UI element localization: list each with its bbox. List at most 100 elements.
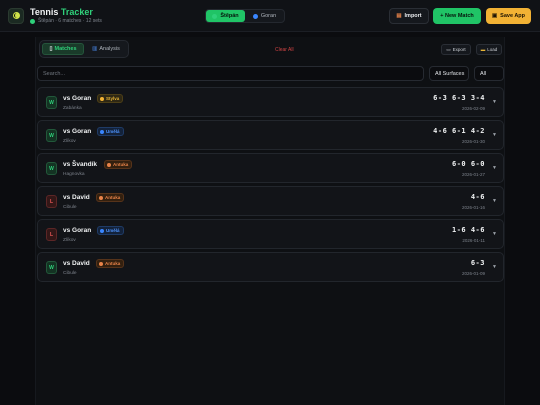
surface-dot-icon <box>99 195 103 200</box>
opponent-name: vs David <box>63 260 90 267</box>
clipboard-icon: ▯ <box>49 46 53 52</box>
main-panel: ▯ Matches ▥ Analysis Clear All ▭ Export … <box>35 37 505 405</box>
opponent-name: vs Goran <box>63 95 92 102</box>
surface-label: Antuka <box>105 261 121 266</box>
save-icon: ▣ <box>491 13 498 19</box>
surface-dot-icon <box>100 96 104 101</box>
import-label: Import <box>404 13 422 19</box>
chevron-down-icon[interactable]: ▼ <box>492 99 497 105</box>
match-date: 2026-01-16 <box>461 205 485 210</box>
app-title-main: Tennis <box>30 7 59 17</box>
result-badge: W <box>46 261 57 274</box>
folder-icon: ▬ <box>480 47 486 52</box>
app-title-accent: Tracker <box>60 7 93 17</box>
import-button[interactable]: ▤ Import <box>389 8 429 24</box>
match-score: 1-6 4-6 <box>451 226 485 234</box>
opponent-name: vs Goran <box>63 227 92 234</box>
player-dot-icon <box>252 13 258 19</box>
tab-label: Matches <box>54 46 77 52</box>
player-dot-icon <box>212 13 218 19</box>
inbox-icon: ▤ <box>396 13 402 19</box>
chevron-down-icon[interactable]: ▼ <box>492 264 497 270</box>
app-subtitle: Štěpán · 6 matches · 12 sets <box>30 18 102 24</box>
match-score: 4-6 6-1 4-2 <box>433 127 485 135</box>
new-match-label: + New Match <box>440 13 474 19</box>
load-label: Load <box>487 47 498 52</box>
export-label: Export <box>452 47 466 52</box>
match-location: Zlíkov <box>63 238 76 243</box>
match-card[interactable]: W vs Švandík Antuka Hagnovka 6-0 6-0 202… <box>37 153 504 183</box>
player-switch: Štěpán Goran <box>205 9 285 23</box>
surface-dot-icon <box>100 129 104 134</box>
tab-analysis[interactable]: ▥ Analysis <box>86 43 126 55</box>
match-card[interactable]: W vs Goran Umělá Zlíkov 4-6 6-1 4-2 2026… <box>37 120 504 150</box>
match-score: 6-3 6-3 3-4 <box>433 94 485 102</box>
surface-tag: Umělá <box>97 127 124 136</box>
tab-label: Analysis <box>99 46 120 52</box>
surface-label: Umělá <box>106 228 120 233</box>
surface-dot-icon <box>99 261 103 266</box>
chevron-down-icon[interactable]: ▼ <box>492 231 497 237</box>
result-badge: L <box>46 195 57 208</box>
match-location: Cibule <box>63 205 77 210</box>
surface-tag: Umělá <box>97 226 124 235</box>
match-score: 6-0 6-0 <box>451 160 485 168</box>
tennis-ball-icon <box>8 8 24 24</box>
save-app-button[interactable]: ▣ Save App <box>486 8 531 24</box>
surface-filter-select[interactable]: All Surfaces <box>429 66 469 81</box>
match-card[interactable]: L vs David Antuka Cibule 4-6 2026-01-16 … <box>37 186 504 216</box>
match-location: Zlíkov <box>63 139 76 144</box>
surface-dot-icon <box>107 162 111 167</box>
match-card[interactable]: W vs Goran Stylva Zabánka 6-3 6-3 3-4 20… <box>37 87 504 117</box>
match-score: 6-3 <box>470 259 485 267</box>
player-label: Štěpán <box>220 13 239 19</box>
match-score: 4-6 <box>470 193 485 201</box>
opponent-name: vs Švandík <box>63 161 97 168</box>
surface-dot-icon <box>100 228 104 233</box>
surface-tag: Antuka <box>104 160 133 169</box>
player-label: Goran <box>260 13 277 19</box>
surface-tag: Antuka <box>96 193 125 202</box>
save-label: Save App <box>500 13 526 19</box>
tab-matches[interactable]: ▯ Matches <box>42 43 84 55</box>
export-icon: ▭ <box>446 46 451 52</box>
player-button-goran[interactable]: Goran <box>245 10 284 22</box>
chevron-down-icon[interactable]: ▼ <box>492 198 497 204</box>
clear-all-button[interactable]: Clear All <box>275 47 294 53</box>
match-date: 2026-01-11 <box>462 238 485 243</box>
match-date: 2026-01-09 <box>461 271 485 276</box>
surface-tag: Antuka <box>96 259 125 268</box>
surface-tag: Stylva <box>97 94 124 103</box>
match-date: 2026-01-27 <box>461 172 485 177</box>
match-location: Cibule <box>63 271 77 276</box>
match-card[interactable]: W vs David Antuka Cibule 6-3 2026-01-09 … <box>37 252 504 282</box>
surface-label: Antuka <box>105 195 121 200</box>
subtitle-text: Štěpán · 6 matches · 12 sets <box>38 18 102 24</box>
surface-label: Umělá <box>106 129 120 134</box>
opponent-name: vs David <box>63 194 90 201</box>
player-button-stepan[interactable]: Štěpán <box>206 10 245 22</box>
match-date: 2026-02-09 <box>461 106 485 111</box>
result-badge: W <box>46 96 57 109</box>
app-title: Tennis Tracker <box>30 7 93 17</box>
match-card[interactable]: L vs Goran Umělá Zlíkov 1-6 4-6 2026-01-… <box>37 219 504 249</box>
result-filter-select[interactable]: All <box>474 66 504 81</box>
chevron-down-icon[interactable]: ▼ <box>492 165 497 171</box>
export-button[interactable]: ▭ Export <box>441 44 471 55</box>
new-match-button[interactable]: + New Match <box>433 8 481 24</box>
result-badge: L <box>46 228 57 241</box>
match-location: Hagnovka <box>63 172 85 177</box>
status-dot-icon <box>30 18 35 24</box>
view-tabs: ▯ Matches ▥ Analysis <box>39 40 129 58</box>
surface-label: Stylva <box>106 96 120 101</box>
surface-label: Antuka <box>113 162 129 167</box>
match-date: 2026-01-30 <box>461 139 485 144</box>
result-badge: W <box>46 162 57 175</box>
search-input[interactable] <box>37 66 424 81</box>
load-button[interactable]: ▬ Load <box>476 44 502 55</box>
chevron-down-icon[interactable]: ▼ <box>492 132 497 138</box>
opponent-name: vs Goran <box>63 128 92 135</box>
match-location: Zabánka <box>63 106 82 111</box>
app-header: Tennis Tracker Štěpán · 6 matches · 12 s… <box>0 0 540 32</box>
result-badge: W <box>46 129 57 142</box>
